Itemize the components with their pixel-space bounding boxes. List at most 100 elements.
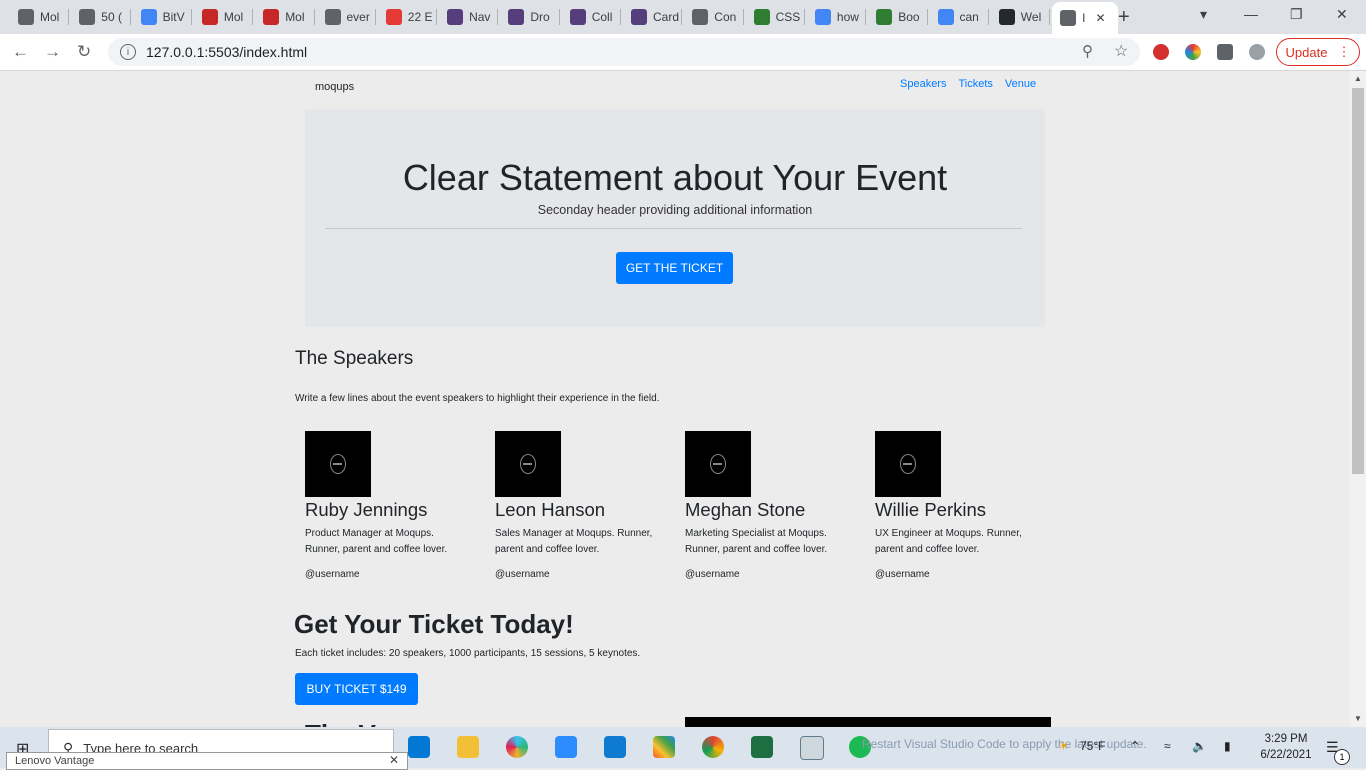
browser-tab[interactable]: Card [623, 4, 680, 30]
chrome-icon[interactable] [702, 736, 724, 758]
profile-avatar-icon[interactable] [1249, 44, 1265, 60]
tab-favicon-icon [937, 9, 954, 25]
zoom-app-icon[interactable] [555, 736, 577, 758]
browser-tab[interactable]: 50 ( [71, 4, 128, 30]
paint-app-icon[interactable] [653, 736, 675, 758]
tab-label: I [1082, 11, 1086, 25]
browser-tab[interactable]: I ✕ [1052, 2, 1119, 34]
file-explorer-icon[interactable] [457, 736, 479, 758]
address-bar[interactable]: i 127.0.0.1:5503/index.html ⚲ ☆ [108, 38, 1140, 66]
restore-icon[interactable]: ❐ [1290, 6, 1303, 23]
tab-favicon-icon [876, 9, 893, 25]
speaker-name: Willie Perkins [875, 499, 987, 520]
nav-link-speakers[interactable]: Speakers [900, 78, 946, 90]
tab-separator [374, 9, 376, 25]
weather-temp[interactable]: 75°F [1080, 739, 1105, 753]
tab-favicon-icon [201, 9, 218, 25]
tab-favicon-icon [998, 9, 1015, 25]
speakers-description: Write a few lines about the event speake… [295, 393, 660, 404]
speaker-name: Ruby Jennings [305, 499, 428, 520]
hero-jumbotron: Clear Statement about Your Event Seconda… [305, 109, 1045, 327]
lenovo-vantage-icon[interactable] [408, 736, 430, 758]
browser-tab[interactable]: how [807, 4, 864, 30]
tab-favicon-icon [447, 9, 464, 25]
browser-tab[interactable]: Mol [10, 4, 67, 30]
tray-chevron-icon[interactable]: ⌃ [1130, 739, 1140, 753]
tab-search-icon[interactable]: ▾ [1200, 6, 1207, 23]
browser-tab[interactable]: Dro [500, 4, 557, 30]
speaker-name: Meghan Stone [685, 499, 806, 520]
buy-ticket-button[interactable]: BUY TICKET $149 [295, 673, 418, 705]
excel-icon[interactable] [751, 736, 773, 758]
adblock-extension-icon[interactable] [1153, 44, 1169, 60]
speakers-heading: The Speakers [295, 348, 414, 369]
site-info-icon[interactable]: i [120, 44, 136, 60]
tab-separator [1049, 9, 1051, 25]
avatar-logo-icon [900, 454, 916, 474]
tab-favicon-icon [385, 9, 402, 25]
browser-tab[interactable]: ever [317, 4, 374, 30]
tab-favicon-icon [692, 9, 709, 25]
slack-icon[interactable] [506, 736, 528, 758]
tab-favicon-icon [814, 9, 831, 25]
browser-tab[interactable]: Mol [255, 4, 312, 30]
browser-tab[interactable]: Con [684, 4, 741, 30]
close-icon[interactable]: ✕ [389, 753, 399, 767]
scroll-up-icon[interactable]: ▲ [1354, 74, 1362, 83]
browser-tab[interactable]: Boo [868, 4, 925, 30]
tab-separator [742, 9, 744, 25]
lenovo-vantage-toast[interactable]: Lenovo Vantage ✕ [6, 752, 408, 770]
speaker-username: @username [875, 569, 930, 580]
scroll-down-icon[interactable]: ▼ [1354, 714, 1362, 723]
speaker-avatar [495, 431, 561, 497]
nav-link-venue[interactable]: Venue [1005, 78, 1036, 90]
tab-favicon-icon [79, 9, 96, 25]
scrollbar-thumb[interactable] [1352, 88, 1364, 474]
update-button[interactable]: Update ⋮ [1276, 38, 1360, 66]
url-text: 127.0.0.1:5503/index.html [146, 44, 308, 60]
zoom-icon[interactable]: ⚲ [1082, 42, 1093, 60]
site-brand[interactable]: moqups [315, 81, 354, 93]
bookmark-star-icon[interactable]: ☆ [1114, 41, 1128, 61]
color-extension-icon[interactable] [1185, 44, 1201, 60]
nav-link-tickets[interactable]: Tickets [958, 78, 992, 90]
tab-separator [620, 9, 621, 25]
window-close-icon[interactable]: ✕ [1336, 6, 1348, 23]
tab-separator [68, 9, 70, 25]
browser-tab[interactable]: Nav [439, 4, 496, 30]
browser-tab[interactable]: Mol [194, 4, 251, 30]
tab-close-icon[interactable]: ✕ [1095, 11, 1105, 25]
browser-tab[interactable]: CSS [746, 4, 803, 30]
minimize-icon[interactable]: — [1244, 6, 1258, 22]
speaker-bio: Marketing Specialist at Moqups. Runner, … [685, 528, 828, 555]
hero-divider [325, 228, 1022, 229]
speaker-card: Ruby Jennings Product Manager at Moqups.… [305, 431, 475, 580]
window-app-icon[interactable] [800, 736, 824, 760]
browser-tab[interactable]: BitV [133, 4, 190, 30]
new-tab-icon[interactable]: + [1118, 6, 1130, 29]
weather-icon[interactable]: ☀ [1058, 739, 1069, 753]
browser-tab[interactable]: can [930, 4, 987, 30]
speaker-card: Leon Hanson Sales Manager at Moqups. Run… [495, 431, 665, 580]
wifi-icon[interactable]: ≈ [1164, 739, 1171, 753]
speaker-username: @username [305, 569, 360, 580]
vscode-icon[interactable] [604, 736, 626, 758]
back-icon[interactable]: ← [12, 42, 29, 62]
speaker-card: Meghan Stone Marketing Specialist at Moq… [685, 431, 855, 580]
taskbar-clock[interactable]: 3:29 PM 6/22/2021 [1246, 731, 1326, 763]
browser-tab[interactable]: Coll [562, 4, 619, 30]
clock-time: 3:29 PM [1264, 733, 1308, 745]
extensions-puzzle-icon[interactable] [1217, 44, 1233, 60]
tab-separator [497, 9, 499, 25]
forward-icon[interactable]: → [44, 42, 61, 62]
volume-icon[interactable]: 🔈 [1192, 739, 1207, 753]
ticket-heading: Get Your Ticket Today! [294, 609, 574, 639]
get-ticket-button[interactable]: GET THE TICKET [616, 252, 733, 284]
tab-label: Nav [469, 10, 491, 24]
speaker-username: @username [495, 569, 550, 580]
reload-icon[interactable]: ↻ [77, 42, 91, 62]
tab-label: Card [653, 10, 680, 24]
browser-tab[interactable]: 22 E [378, 4, 435, 30]
battery-icon[interactable]: ▮ [1224, 739, 1231, 753]
browser-tab[interactable]: Wel [991, 4, 1048, 30]
